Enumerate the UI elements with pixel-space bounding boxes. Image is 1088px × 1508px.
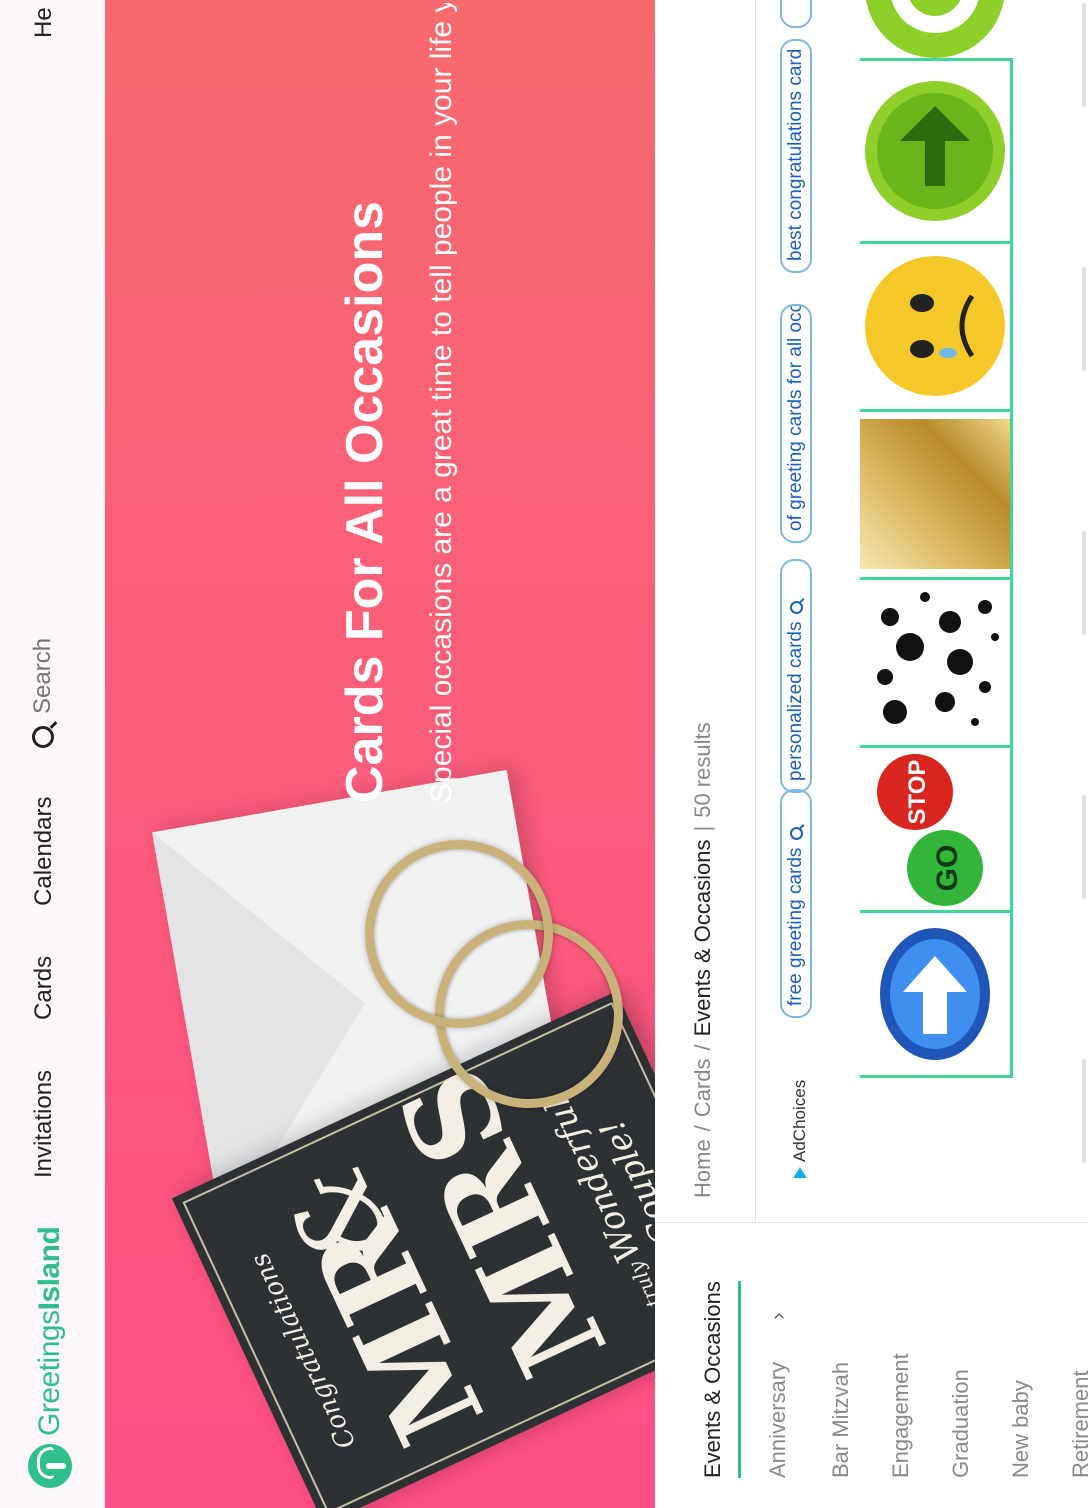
crying-emoji-icon	[865, 256, 1005, 397]
ad-tile[interactable]	[860, 577, 1013, 745]
ad-pill-label: free greeting cards	[785, 847, 806, 1006]
search-icon	[789, 826, 803, 840]
ad-search-pill[interactable]: personalized cards	[780, 559, 812, 793]
logo-bold: Island	[33, 1226, 66, 1311]
logo-regular: Greetings	[33, 1310, 66, 1436]
ad-tile[interactable]	[860, 910, 1013, 1078]
divider	[755, 0, 756, 1223]
main-menu: Invitations Cards Calendars	[30, 797, 58, 1179]
adchoices-link[interactable]: AdChoices	[790, 1080, 810, 1178]
ad-tile[interactable]	[860, 58, 1013, 241]
sidebar-heading: Events & Occasions	[700, 1281, 741, 1478]
ad-tile[interactable]	[860, 409, 1013, 577]
search-input[interactable]	[28, 52, 58, 716]
sidebar-item-engagement[interactable]: Engagement	[888, 1353, 914, 1478]
top-nav: GreetingsIsland Invitations Cards Calend…	[0, 0, 106, 1508]
adchoices-label: AdChoices	[790, 1079, 809, 1162]
results-grid-top	[1082, 3, 1088, 1163]
ink-splatter-icon	[877, 592, 999, 727]
green-arrow-icon	[865, 81, 1005, 221]
ad-pill-label: personalized cards	[785, 621, 806, 781]
ad-tile[interactable]	[860, 0, 1010, 58]
go-stop-icon: GO STOP	[877, 754, 983, 907]
sidebar-item-new-baby[interactable]: New baby	[1008, 1380, 1034, 1478]
ad-search-pill[interactable]	[780, 0, 812, 28]
stop-label: STOP	[904, 760, 931, 825]
page-title: Cards For All Occasions	[335, 200, 394, 803]
search-icon	[789, 39, 803, 41]
sidebar-item-bar-mitzvah[interactable]: Bar Mitzvah	[828, 1362, 854, 1478]
sidebar-item-anniversary[interactable]: Anniversary ›	[765, 1312, 791, 1478]
search-icon	[789, 600, 803, 614]
results-count: 50 results	[690, 722, 715, 818]
sidebar-item-retirement[interactable]: Retirement	[1068, 1370, 1088, 1478]
breadcrumb-home[interactable]: Home	[690, 1139, 715, 1198]
ad-pill-label: best congratulations card	[785, 48, 806, 261]
nav-link-invitations[interactable]: Invitations	[30, 1070, 58, 1178]
breadcrumb: Home/Cards/Events & Occasions|50 results	[690, 722, 715, 1198]
logo-text: GreetingsIsland	[33, 1227, 67, 1436]
search-box	[28, 52, 58, 748]
card-text-truly: a truly	[623, 1257, 655, 1328]
breadcrumb-current: Events & Occasions	[690, 839, 715, 1037]
ad-tile[interactable]: GO STOP	[860, 745, 1013, 913]
adchoices-icon	[793, 1167, 807, 1178]
sidebar-item-label: Anniversary	[765, 1361, 790, 1478]
search-icon[interactable]	[32, 726, 54, 748]
arrow-right-icon	[880, 928, 990, 1060]
ad-search-pill[interactable]: best congratulations card	[780, 39, 812, 273]
hero-subtitle: Special occasions are a great time to te…	[425, 3, 458, 803]
sidebar-item-graduation[interactable]: Graduation	[948, 1369, 974, 1478]
sidebar-divider	[655, 1222, 1088, 1223]
ring-icon	[365, 840, 553, 1028]
logo[interactable]: GreetingsIsland	[20, 1227, 80, 1488]
nav-link-calendars[interactable]: Calendars	[30, 797, 58, 906]
category-sidebar: Events & Occasions Anniversary › Bar Mit…	[680, 1228, 1088, 1508]
nav-link-cards[interactable]: Cards	[30, 956, 58, 1020]
help-link[interactable]: He	[30, 7, 58, 38]
ad-pill-label: of greeting cards for all occ	[785, 304, 806, 531]
page: GreetingsIsland Invitations Cards Calend…	[0, 0, 1088, 1508]
ad-search-pill[interactable]: free greeting cards	[780, 789, 812, 1018]
gold-card-image	[860, 419, 1010, 570]
breadcrumb-cards[interactable]: Cards	[690, 1059, 715, 1118]
green-circle-icon	[865, 0, 1005, 58]
palm-tree-icon	[28, 1444, 72, 1488]
hero-illustration: Congratulations MR & MRS a truly Wonderf…	[105, 769, 655, 1508]
go-label: GO	[931, 845, 964, 892]
ad-tile[interactable]	[860, 241, 1013, 409]
ad-search-pill[interactable]: of greeting cards for all occ	[780, 304, 812, 543]
hero-banner: Congratulations MR & MRS a truly Wonderf…	[105, 0, 655, 1508]
chevron-right-icon[interactable]: ›	[765, 1312, 790, 1319]
